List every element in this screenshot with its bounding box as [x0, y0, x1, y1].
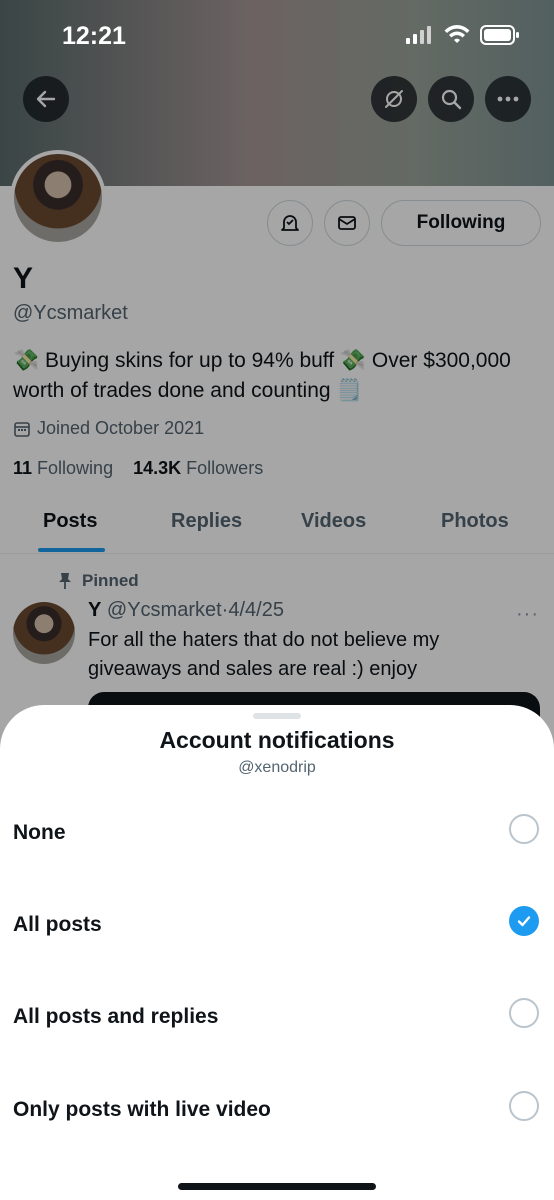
option-all-posts-and-replies[interactable]: All posts and replies — [0, 989, 554, 1049]
option-label: All posts and replies — [13, 1005, 219, 1028]
radio-button[interactable] — [509, 814, 539, 844]
home-indicator[interactable] — [178, 1183, 376, 1190]
wifi-icon — [444, 25, 470, 43]
option-label: None — [13, 821, 66, 844]
option-live-video[interactable]: Only posts with live video — [0, 1082, 554, 1142]
sheet-title: Account notifications — [159, 727, 395, 753]
status-icons — [406, 25, 520, 45]
checkmark-icon — [517, 916, 531, 927]
battery-icon — [480, 25, 519, 45]
account-notifications-sheet: Account notifications @xenodrip None All… — [0, 705, 554, 1200]
option-none[interactable]: None — [0, 805, 554, 865]
status-time: 12:21 — [62, 22, 126, 50]
sheet-subtitle: @xenodrip — [238, 759, 316, 776]
option-label: Only posts with live video — [13, 1098, 271, 1121]
sheet-grabber[interactable] — [253, 713, 301, 719]
radio-button[interactable] — [509, 1091, 539, 1121]
cellular-signal-icon — [406, 26, 431, 44]
status-bar: 12:21 — [0, 0, 554, 70]
option-label: All posts — [13, 913, 102, 936]
radio-button[interactable] — [509, 998, 539, 1028]
radio-button-selected[interactable] — [509, 906, 539, 936]
option-all-posts[interactable]: All posts — [0, 897, 554, 957]
